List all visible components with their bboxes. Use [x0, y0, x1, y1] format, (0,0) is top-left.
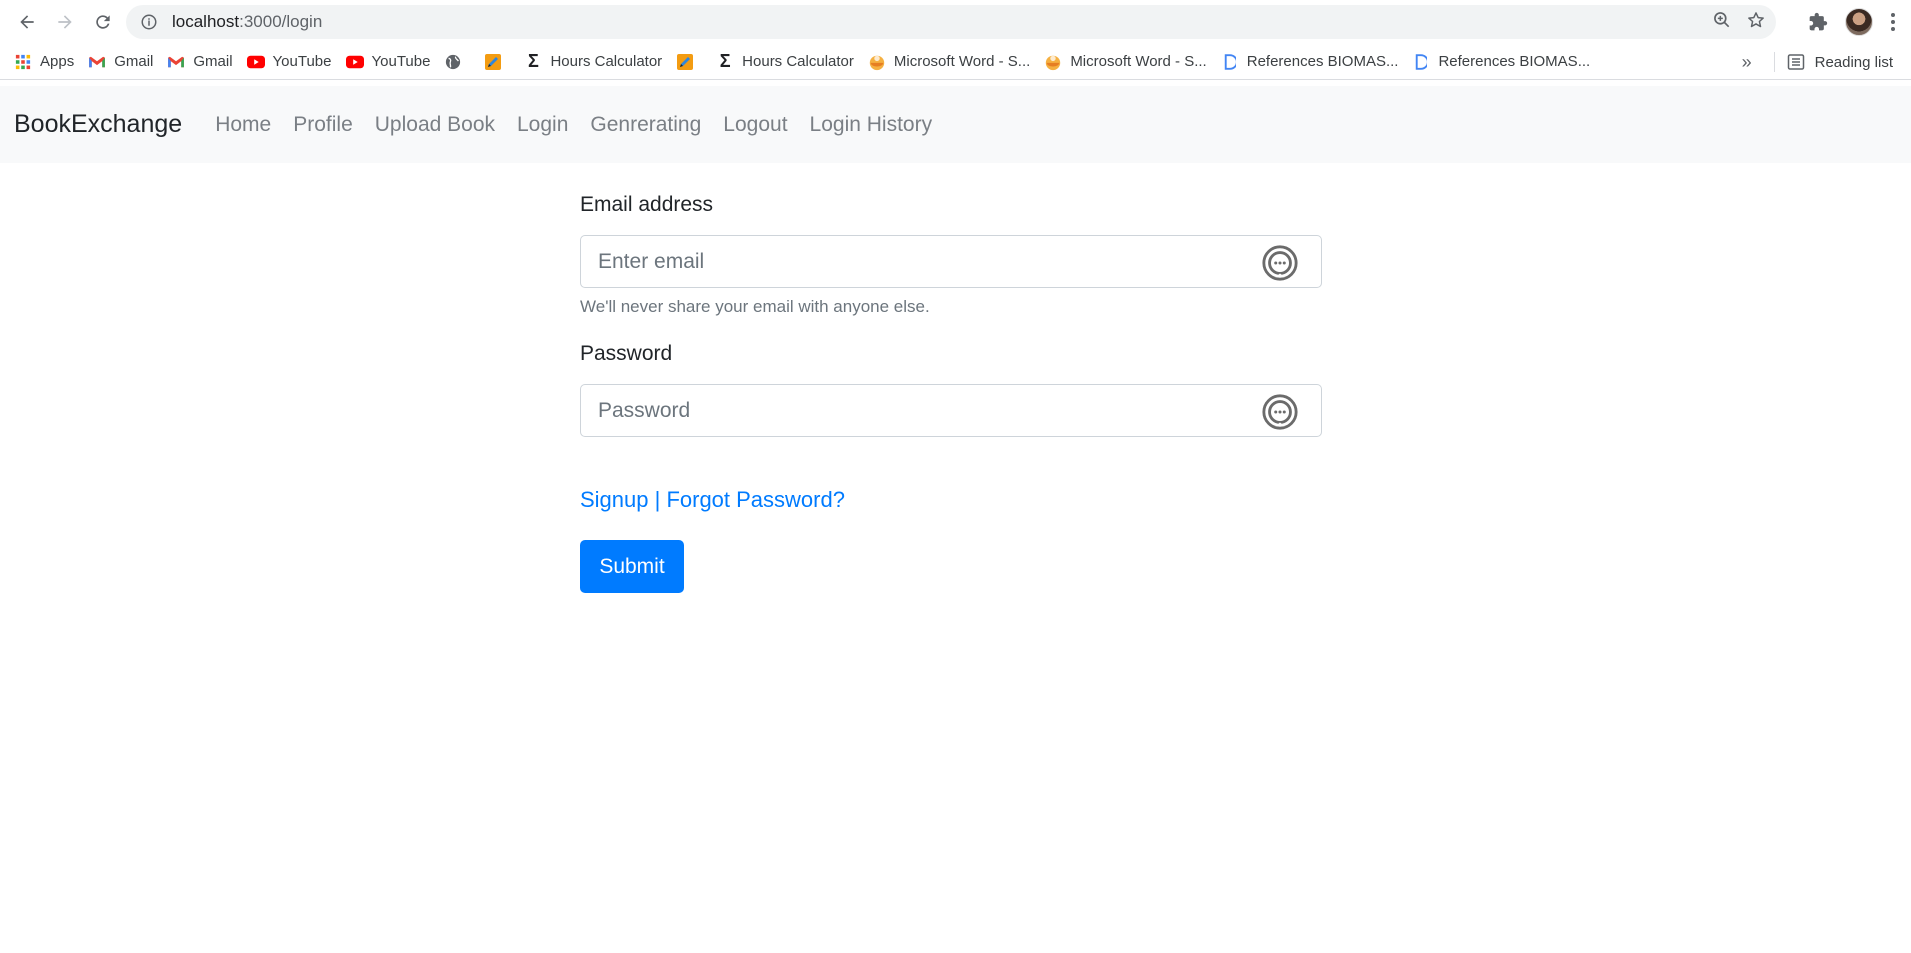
nav-link-genrerating[interactable]: Genrerating	[590, 113, 701, 137]
login-form: Email address We'll never share your ema…	[580, 193, 1322, 593]
more-bookmarks-chevron-icon[interactable]: »	[1742, 52, 1752, 73]
navbar-brand[interactable]: BookExchange	[14, 110, 182, 139]
bookmark-label: Microsoft Word - S...	[1070, 53, 1207, 70]
zoom-icon[interactable]	[1712, 10, 1732, 35]
email-label: Email address	[580, 193, 714, 216]
sigma-icon: Σ	[719, 51, 731, 71]
bookmark-apps[interactable]: Apps	[8, 48, 80, 76]
divider	[1773, 52, 1775, 72]
url-host: localhost	[172, 12, 240, 31]
bookmark-pencil[interactable]	[478, 48, 516, 76]
bookmark-label: References BIOMAS...	[1246, 53, 1399, 70]
bookmark-star-icon[interactable]	[1746, 10, 1766, 35]
bookmark-label: Gmail	[193, 53, 233, 70]
password-label: Password	[580, 342, 673, 365]
bookmark-hours-calculator[interactable]: Σ Hours Calculator	[518, 48, 668, 76]
profile-avatar[interactable]	[1845, 8, 1873, 36]
bookmarks-bar: Apps Gmail Gmail YouTube YouTube Σ Hours…	[0, 44, 1911, 80]
reading-list-label[interactable]: Reading list	[1815, 54, 1893, 71]
password-field-wrapper	[580, 384, 1322, 437]
url-text: localhost:3000/login	[172, 12, 322, 32]
bookmark-hours-calculator[interactable]: Σ Hours Calculator	[710, 48, 860, 76]
pencil-icon	[484, 53, 502, 71]
bookmark-references[interactable]: References BIOMAS...	[1215, 48, 1405, 76]
gmail-icon	[88, 53, 106, 71]
pencil-icon	[676, 53, 694, 71]
globe-icon	[444, 53, 462, 71]
submit-button[interactable]: Submit	[580, 540, 684, 593]
nav-link-login[interactable]: Login	[517, 113, 568, 137]
sigma-icon: Σ	[528, 51, 539, 71]
nav-link-home[interactable]: Home	[215, 113, 271, 137]
bookmark-label: References BIOMAS...	[1438, 53, 1591, 70]
bookmark-label: Apps	[40, 53, 75, 70]
nav-link-login-history[interactable]: Login History	[810, 113, 933, 137]
bookmark-label: Microsoft Word - S...	[893, 53, 1031, 70]
bookmark-label: Hours Calculator	[742, 53, 854, 70]
youtube-icon	[345, 53, 364, 71]
bookmark-youtube[interactable]: YouTube	[340, 48, 437, 76]
bookmark-microsoft-word[interactable]: Microsoft Word - S...	[1038, 48, 1212, 76]
signup-forgot-password-link[interactable]: Signup | Forgot Password?	[580, 487, 1322, 513]
word-icon	[868, 53, 886, 71]
reload-icon[interactable]	[84, 3, 122, 41]
bookmark-gmail[interactable]: Gmail	[161, 48, 238, 76]
bookmark-references[interactable]: References BIOMAS...	[1406, 48, 1596, 76]
reading-list-icon[interactable]	[1787, 53, 1805, 71]
word-icon	[1044, 53, 1062, 71]
bookmark-label: YouTube	[371, 53, 431, 70]
forward-arrow-icon[interactable]	[46, 3, 84, 41]
extensions-puzzle-icon[interactable]	[1801, 5, 1835, 39]
password-manager-icon[interactable]	[1261, 244, 1299, 282]
chrome-menu-icon[interactable]	[1883, 5, 1903, 39]
email-input[interactable]	[581, 236, 1321, 287]
bookmark-youtube[interactable]: YouTube	[241, 48, 338, 76]
bookmark-pencil[interactable]	[670, 48, 708, 76]
email-help-text: We'll never share your email with anyone…	[580, 297, 930, 316]
gmail-icon	[167, 53, 185, 71]
app-navbar: BookExchange Home Profile Upload Book Lo…	[0, 86, 1911, 163]
back-arrow-icon[interactable]	[8, 3, 46, 41]
password-manager-icon[interactable]	[1261, 393, 1299, 431]
bookmark-gmail[interactable]: Gmail	[82, 48, 159, 76]
doc-d-icon	[1412, 53, 1430, 71]
nav-link-profile[interactable]: Profile	[293, 113, 353, 137]
bookmark-globe[interactable]	[438, 48, 476, 76]
browser-toolbar: localhost:3000/login	[0, 0, 1911, 44]
youtube-icon	[246, 53, 265, 71]
password-input[interactable]	[581, 385, 1321, 436]
bookmark-label: YouTube	[272, 53, 332, 70]
bookmark-microsoft-word[interactable]: Microsoft Word - S...	[862, 48, 1036, 76]
bookmark-label: Gmail	[114, 53, 154, 70]
nav-link-upload-book[interactable]: Upload Book	[375, 113, 495, 137]
bookmark-label: Hours Calculator	[550, 53, 663, 70]
email-field-wrapper	[580, 235, 1322, 288]
nav-link-logout[interactable]: Logout	[723, 113, 787, 137]
apps-grid-icon	[14, 53, 32, 71]
address-bar[interactable]: localhost:3000/login	[126, 5, 1776, 39]
url-path: :3000/login	[239, 12, 323, 31]
doc-d-icon	[1221, 53, 1239, 71]
site-info-icon[interactable]	[140, 13, 158, 31]
